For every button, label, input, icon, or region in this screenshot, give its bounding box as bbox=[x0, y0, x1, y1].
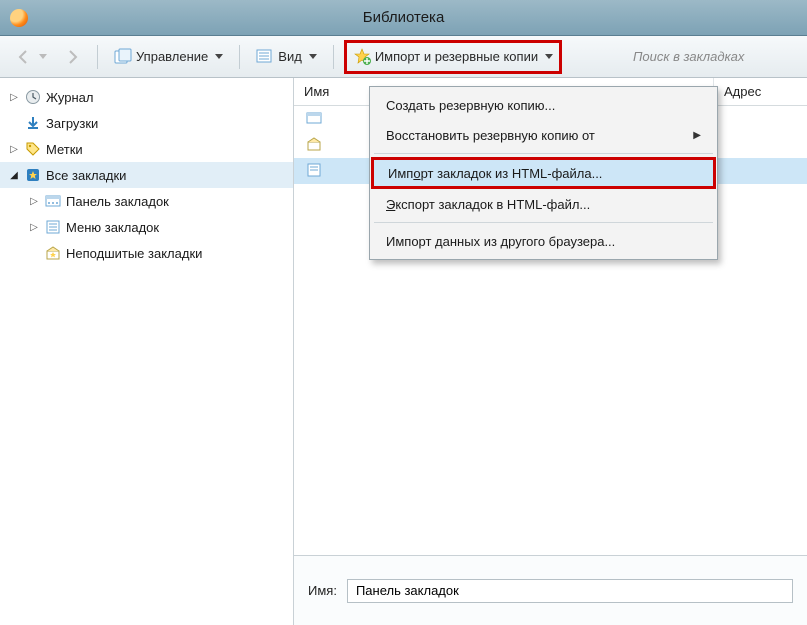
sidebar-item-tags[interactable]: ▷ Метки bbox=[0, 136, 293, 162]
window-title: Библиотека bbox=[0, 9, 807, 26]
chevron-down-icon bbox=[309, 54, 317, 59]
sidebar-label: Меню закладок bbox=[66, 220, 159, 235]
sidebar-item-all-bookmarks[interactable]: ◢ Все закладки bbox=[0, 162, 293, 188]
chevron-down-icon bbox=[215, 54, 223, 59]
unsorted-bookmarks-icon bbox=[306, 136, 324, 154]
download-icon bbox=[24, 114, 42, 132]
menu-separator bbox=[374, 222, 713, 223]
column-address[interactable]: Адрес bbox=[714, 84, 761, 99]
detail-name-input[interactable]: Панель закладок bbox=[347, 579, 793, 603]
sidebar-item-unsorted-bookmarks[interactable]: Неподшитые закладки bbox=[0, 240, 293, 266]
clock-icon bbox=[24, 88, 42, 106]
collapse-icon[interactable]: ◢ bbox=[8, 170, 20, 181]
manage-icon bbox=[114, 49, 132, 65]
sidebar: ▷ Журнал Загрузки ▷ Метки ◢ Все bbox=[0, 78, 294, 625]
sidebar-label: Неподшитые закладки bbox=[66, 246, 202, 261]
sidebar-item-bookmarks-menu[interactable]: ▷ Меню закладок bbox=[0, 214, 293, 240]
expand-icon[interactable]: ▷ bbox=[28, 222, 40, 233]
sidebar-label: Загрузки bbox=[46, 116, 98, 131]
view-button[interactable]: Вид bbox=[250, 43, 323, 71]
view-icon bbox=[256, 49, 274, 65]
import-icon bbox=[353, 48, 371, 66]
menu-import-browser[interactable]: Импорт данных из другого браузера... bbox=[372, 226, 715, 256]
nav-back-button bbox=[10, 43, 53, 71]
detail-name-label: Имя: bbox=[308, 583, 337, 598]
toolbar: Управление Вид Импорт и резервные копии … bbox=[0, 36, 807, 78]
expand-icon[interactable]: ▷ bbox=[8, 92, 20, 103]
menu-export-html[interactable]: Экспорт закладок в HTML-файл... bbox=[372, 189, 715, 219]
menu-separator bbox=[374, 153, 713, 154]
titlebar: Библиотека bbox=[0, 0, 807, 36]
expand-icon[interactable]: ▷ bbox=[8, 144, 20, 155]
manage-label: Управление bbox=[136, 49, 208, 64]
import-backup-button[interactable]: Импорт и резервные копии bbox=[347, 43, 559, 71]
bookmarks-menu-icon bbox=[44, 218, 62, 236]
sidebar-label: Метки bbox=[46, 142, 83, 157]
menu-restore-backup[interactable]: Восстановить резервную копию от ▶ bbox=[372, 120, 715, 150]
menu-import-html-highlight: Импорт закладок из HTML-файла... bbox=[371, 157, 716, 189]
tag-icon bbox=[24, 140, 42, 158]
expand-icon[interactable]: ▷ bbox=[28, 196, 40, 207]
sidebar-label: Все закладки bbox=[46, 168, 126, 183]
menu-import-html[interactable]: Импорт закладок из HTML-файла... bbox=[374, 160, 713, 186]
sidebar-label: Журнал bbox=[46, 90, 93, 105]
submenu-arrow-icon: ▶ bbox=[693, 130, 701, 141]
details-pane: Имя: Панель закладок bbox=[294, 555, 807, 625]
sidebar-item-downloads[interactable]: Загрузки bbox=[0, 110, 293, 136]
toolbar-separator bbox=[333, 45, 334, 69]
arrow-right-icon bbox=[65, 49, 81, 65]
search-input[interactable]: Поиск в закладках bbox=[627, 44, 797, 70]
sidebar-item-history[interactable]: ▷ Журнал bbox=[0, 84, 293, 110]
manage-button[interactable]: Управление bbox=[108, 43, 229, 71]
bookmarks-root-icon bbox=[24, 166, 42, 184]
sidebar-item-bookmarks-toolbar[interactable]: ▷ Панель закладок bbox=[0, 188, 293, 214]
bookmarks-menu-icon bbox=[306, 162, 324, 180]
nav-forward-button bbox=[59, 43, 87, 71]
unsorted-bookmarks-icon bbox=[44, 244, 62, 262]
import-button-highlight: Импорт и резервные копии bbox=[344, 40, 562, 74]
toolbar-separator bbox=[239, 45, 240, 69]
view-label: Вид bbox=[278, 49, 302, 64]
bookmarks-bar-icon bbox=[44, 192, 62, 210]
toolbar-separator bbox=[97, 45, 98, 69]
bookmarks-bar-icon bbox=[306, 110, 324, 128]
import-label: Импорт и резервные копии bbox=[375, 49, 538, 64]
sidebar-label: Панель закладок bbox=[66, 194, 169, 209]
menu-create-backup[interactable]: Создать резервную копию... bbox=[372, 90, 715, 120]
import-backup-menu: Создать резервную копию... Восстановить … bbox=[369, 86, 718, 260]
chevron-down-icon bbox=[545, 54, 553, 59]
arrow-left-icon bbox=[16, 49, 32, 65]
